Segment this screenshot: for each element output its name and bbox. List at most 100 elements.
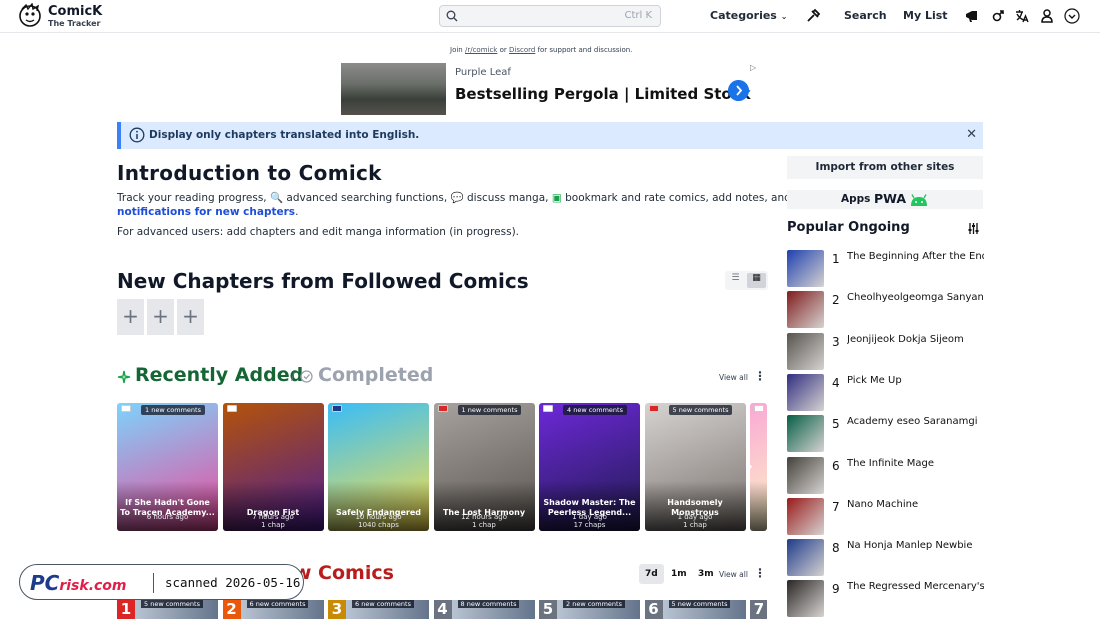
join-prefix: Join bbox=[450, 46, 463, 54]
new-comic-card[interactable]: 2 6 new comments bbox=[222, 600, 324, 619]
chevron-right-icon[interactable]: › bbox=[747, 459, 753, 475]
translation-notice: Display only chapters translated into En… bbox=[117, 122, 983, 149]
popular-item[interactable]: 1 The Beginning After the End bbox=[787, 250, 1007, 287]
popular-rank: 9 bbox=[832, 582, 840, 597]
popular-rank: 6 bbox=[832, 458, 840, 473]
notice-text: Display only chapters translated into En… bbox=[149, 129, 420, 141]
info-icon bbox=[129, 127, 145, 143]
pcrisk-watermark: PCrisk.com scanned 2026-05-16 bbox=[19, 564, 304, 600]
new-comic-card[interactable]: 6 5 new comments bbox=[644, 600, 746, 619]
popular-title: Na Honja Manlep Newbie bbox=[847, 540, 973, 552]
apps-pwa-button[interactable]: Apps PWA bbox=[787, 190, 983, 209]
new-comic-card[interactable]: 4 8 new comments bbox=[433, 600, 535, 619]
popular-item[interactable]: 8 Na Honja Manlep Newbie bbox=[787, 539, 1007, 577]
pcrisk-logo: PCrisk.com bbox=[30, 571, 127, 595]
popular-rank: 3 bbox=[832, 334, 840, 349]
add-follow-placeholder[interactable]: + bbox=[177, 299, 204, 335]
popular-item[interactable]: 5 Academy eseo Saranamgi bbox=[787, 415, 1007, 453]
view-all-link[interactable]: View all bbox=[719, 570, 748, 579]
intro-description: Track your reading progress, 🔍 advanced … bbox=[117, 191, 811, 219]
comic-card[interactable]: Safely Endangered 10 hours ago 1040 chaps bbox=[328, 403, 429, 531]
add-follow-placeholder[interactable]: + bbox=[117, 299, 144, 335]
popular-item[interactable]: 9 The Regressed Mercenary's Machinations bbox=[787, 580, 1007, 618]
comick-logo-icon[interactable] bbox=[18, 3, 42, 29]
popular-title: The Beginning After the End bbox=[847, 251, 984, 262]
comic-card[interactable]: 4 new comments Shadow Master: The Peerles… bbox=[539, 403, 640, 531]
card-time: 1 day ago bbox=[677, 513, 713, 521]
period-7d-button[interactable]: 7d bbox=[639, 564, 664, 584]
popular-rank: 5 bbox=[832, 417, 840, 432]
cover-thumbnail bbox=[787, 456, 824, 494]
comic-card[interactable]: Dragon Fist 7 hours ago 1 chap bbox=[222, 403, 324, 531]
pcrisk-logo-domain: risk.com bbox=[59, 578, 127, 594]
categories-menu[interactable]: Categories ⌄ bbox=[710, 9, 787, 22]
language-flag-icon bbox=[648, 405, 659, 412]
card-time: 6 hours ago bbox=[146, 513, 189, 521]
intro-text-discuss: discuss manga, bbox=[466, 192, 549, 204]
language-icon[interactable] bbox=[1014, 8, 1030, 24]
popular-item[interactable]: 7 Nano Machine bbox=[787, 497, 1007, 535]
add-follow-placeholder[interactable]: + bbox=[147, 299, 174, 335]
popular-rank: 1 bbox=[832, 252, 840, 266]
import-button[interactable]: Import from other sites bbox=[787, 156, 983, 179]
language-flag-icon bbox=[121, 405, 131, 412]
completed-tab[interactable]: Completed bbox=[318, 364, 433, 386]
popular-rank: 2 bbox=[832, 293, 840, 308]
gender-icon[interactable] bbox=[990, 8, 1006, 24]
filter-sliders-icon[interactable] bbox=[967, 222, 980, 235]
view-all-link[interactable]: View all bbox=[719, 373, 748, 382]
new-comic-card[interactable]: 1 5 new comments bbox=[117, 600, 218, 619]
advertisement-banner[interactable]: Purple Leaf Bestselling Pergola | Limite… bbox=[341, 63, 759, 115]
comment-count-badge: 5 new comments bbox=[668, 405, 733, 415]
cover-thumbnail bbox=[787, 580, 824, 618]
comic-card[interactable]: 1 new comments If She Hadn't Gone To Trac… bbox=[117, 403, 218, 531]
more-options-icon[interactable]: ⋮ bbox=[754, 369, 766, 383]
new-comic-card[interactable]: 3 6 new comments bbox=[328, 600, 429, 619]
card-shade bbox=[750, 481, 767, 531]
popular-item[interactable]: 2 Cheolhyeolgeomga Sanyanggaeui bbox=[787, 291, 1007, 329]
new-comic-card[interactable]: 5 2 new comments bbox=[539, 600, 640, 619]
rank-badge: 3 bbox=[328, 600, 346, 619]
cover-thumbnail bbox=[787, 291, 824, 329]
card-time: 7 hours ago bbox=[252, 513, 294, 521]
search-link[interactable]: Search bbox=[844, 9, 887, 22]
recently-added-tab[interactable]: Recently Added bbox=[135, 364, 303, 386]
period-3m-button[interactable]: 3m bbox=[692, 564, 720, 584]
top-navbar: ComicK The Tracker Ctrl K Categories ⌄ S… bbox=[0, 0, 1100, 33]
search-box[interactable]: Ctrl K bbox=[439, 5, 661, 27]
brand-name[interactable]: ComicK bbox=[48, 5, 102, 18]
close-icon[interactable]: ✕ bbox=[966, 127, 977, 142]
period-1m-button[interactable]: 1m bbox=[665, 564, 693, 584]
popular-title: The Infinite Mage bbox=[847, 457, 934, 469]
popular-item[interactable]: 4 Pick Me Up bbox=[787, 373, 1007, 411]
ad-headline: Bestselling Pergola | Limited Stock bbox=[455, 85, 751, 103]
discord-link[interactable]: Discord bbox=[509, 46, 535, 54]
ad-arrow-icon[interactable] bbox=[728, 80, 749, 101]
popular-item[interactable]: 6 The Infinite Mage bbox=[787, 456, 1007, 494]
reddit-link[interactable]: /r/comick bbox=[465, 46, 497, 54]
more-options-icon[interactable]: ⋮ bbox=[754, 566, 766, 580]
popular-title: Nano Machine bbox=[847, 498, 919, 510]
comic-card[interactable]: 5 new comments Handsomely Monstrous 1 day … bbox=[644, 403, 746, 531]
new-comic-card[interactable]: 7 bbox=[750, 600, 767, 619]
notifications-link[interactable]: notifications for new chapters bbox=[117, 206, 295, 218]
tools-icon[interactable] bbox=[805, 8, 821, 24]
comic-card[interactable]: 1 new comments The Lost Harmony 12 hours a… bbox=[433, 403, 535, 531]
chevron-down-icon[interactable] bbox=[1064, 8, 1080, 24]
language-flag-icon bbox=[437, 405, 448, 412]
ad-choices-icon[interactable]: ▷ bbox=[750, 63, 756, 72]
popular-rank: 4 bbox=[832, 375, 840, 390]
grid-view-icon[interactable]: ▦ bbox=[747, 273, 766, 288]
list-view-icon[interactable]: ☰ bbox=[726, 273, 745, 288]
join-suffix: for support and discussion. bbox=[537, 46, 633, 54]
popular-item[interactable]: 3 Jeonjijeok Dokja Sijeom bbox=[787, 332, 1007, 370]
intro-text-progress: Track your reading progress, bbox=[117, 192, 267, 204]
card-time: 10 hours ago bbox=[355, 513, 402, 521]
my-list-link[interactable]: My List bbox=[903, 9, 948, 22]
announcement-icon[interactable] bbox=[964, 8, 980, 24]
cover-thumbnail bbox=[787, 539, 824, 577]
user-icon[interactable] bbox=[1039, 8, 1055, 24]
rank-badge: 1 bbox=[117, 600, 135, 619]
comment-count-badge: 6 new comments bbox=[352, 600, 414, 608]
cover-thumbnail bbox=[787, 373, 824, 411]
